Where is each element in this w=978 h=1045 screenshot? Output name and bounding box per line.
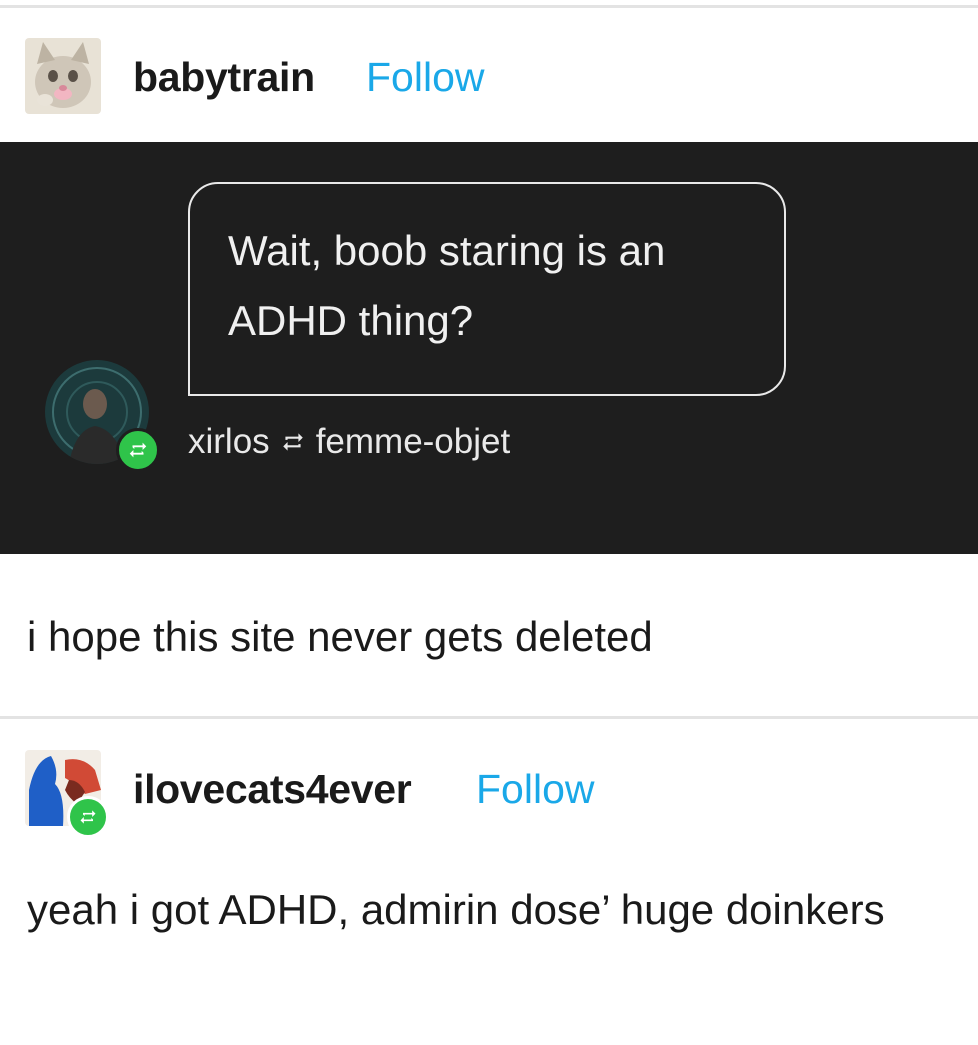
reblog-icon [129,442,147,458]
babytrain-username[interactable]: babytrain [133,54,315,101]
post2-reply: yeah i got ADHD, admirin dose’ huge doin… [27,886,885,933]
reblog-badge [116,428,160,472]
reblog-to-username: femme-objet [315,422,511,461]
embedded-screenshot: Wait, boob staring is an ADHD thing? xir… [0,142,978,554]
kitten-avatar-icon [25,38,101,114]
reblog-icon [80,810,96,824]
post1-comment: i hope this site never gets deleted [27,613,653,660]
follow-ilovecats4ever-button[interactable]: Follow [476,766,594,813]
reblog-badge [67,796,109,838]
follow-babytrain-button[interactable]: Follow [366,54,484,101]
post-divider [0,716,978,719]
post-header-ilovecats4ever: ilovecats4ever Follow [0,748,978,838]
ilovecats4ever-username[interactable]: ilovecats4ever [133,766,412,813]
reblog-icon [282,433,303,451]
reblog-chain: xirlos femme-objet [188,422,510,462]
reblog-from-username: xirlos [188,422,270,461]
message-bubble: Wait, boob staring is an ADHD thing? [188,182,786,396]
top-divider [0,5,978,8]
message-text: Wait, boob staring is an ADHD thing? [228,227,666,344]
babytrain-avatar[interactable] [25,38,101,114]
post-header-babytrain: babytrain Follow [0,37,978,117]
